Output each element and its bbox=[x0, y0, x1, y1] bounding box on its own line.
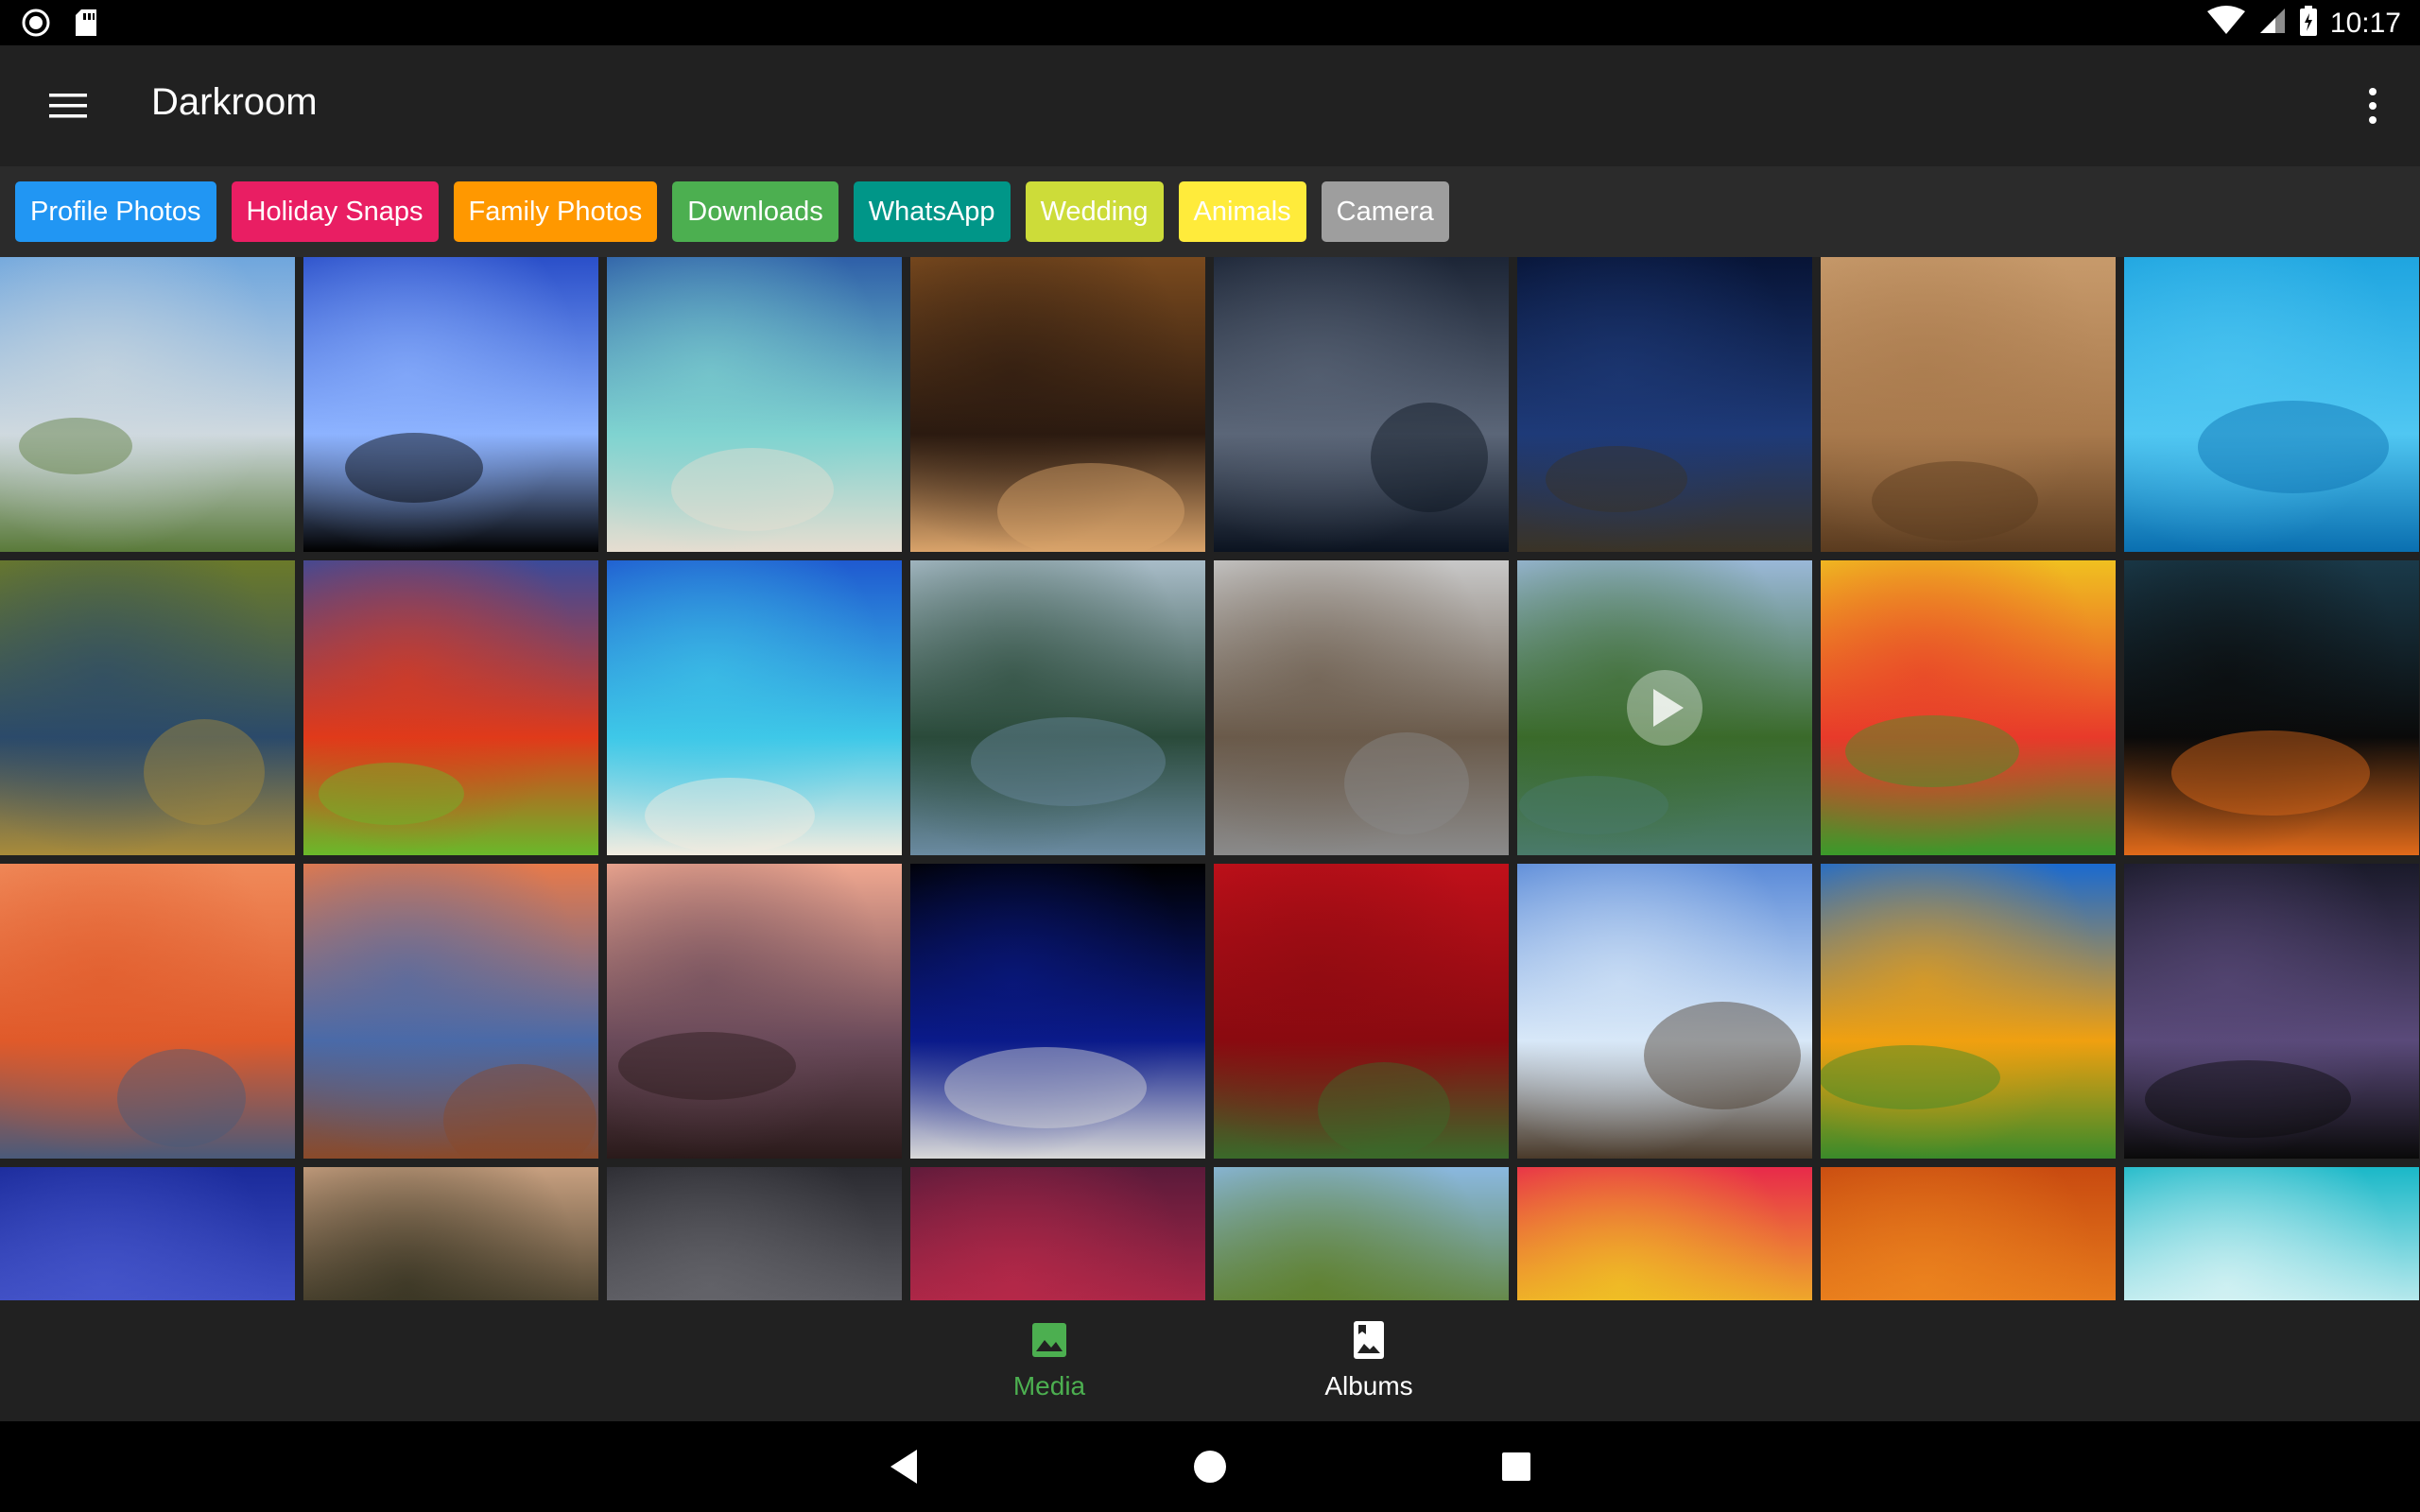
recents-icon[interactable] bbox=[1494, 1444, 1539, 1489]
autumn-tree-photo[interactable] bbox=[1821, 1167, 2116, 1300]
ocean-wave-photo[interactable] bbox=[2124, 1167, 2419, 1300]
back-icon[interactable] bbox=[881, 1444, 926, 1489]
milky-way-photo[interactable] bbox=[2124, 864, 2419, 1159]
couple-silhouette-photo[interactable] bbox=[2124, 560, 2419, 855]
hiker-cliff-photo[interactable] bbox=[1517, 864, 1812, 1159]
nav-item-media[interactable]: Media bbox=[955, 1321, 1144, 1408]
river-hills-video[interactable] bbox=[1517, 560, 1812, 855]
butterfly-flowers-photo[interactable] bbox=[1821, 560, 2116, 855]
rainbow-lorikeet-photo[interactable] bbox=[1821, 864, 2116, 1159]
silhouette-sky-photo[interactable] bbox=[303, 257, 598, 552]
leopard-photo[interactable] bbox=[1821, 257, 2116, 552]
album-chip-wedding[interactable]: Wedding bbox=[1025, 181, 1164, 242]
app-title: Darkroom bbox=[151, 81, 318, 123]
starry-night-photo[interactable] bbox=[1517, 257, 1812, 552]
bottom-navigation: Media Albums bbox=[0, 1300, 2420, 1421]
lorikeet-photo[interactable] bbox=[303, 560, 598, 855]
fire-sky-photo[interactable] bbox=[0, 1167, 295, 1300]
more-vert-icon[interactable] bbox=[2354, 79, 2392, 132]
nav-item-media-label: Media bbox=[1012, 1371, 1086, 1400]
hallstatt-village-photo[interactable] bbox=[1214, 560, 1509, 855]
play-icon bbox=[1627, 670, 1703, 746]
photo-album-icon bbox=[1352, 1321, 1386, 1364]
album-chip-profile-photos[interactable]: Profile Photos bbox=[15, 181, 216, 242]
album-chip-family-photos[interactable]: Family Photos bbox=[453, 181, 658, 242]
sd-card-icon bbox=[74, 8, 98, 43]
image-icon bbox=[1030, 1321, 1068, 1364]
album-chip-downloads[interactable]: Downloads bbox=[672, 181, 838, 242]
mountain-lake-photo[interactable] bbox=[910, 560, 1205, 855]
album-chip-row: Profile Photos Holiday Snaps Family Photos… bbox=[15, 181, 1449, 242]
battery-icon bbox=[2299, 6, 2317, 41]
hamburger-menu-icon[interactable] bbox=[42, 83, 95, 129]
home-icon[interactable] bbox=[1187, 1444, 1233, 1489]
moon-photo[interactable] bbox=[910, 864, 1205, 1159]
media-grid bbox=[0, 257, 2420, 1300]
album-chip-camera[interactable]: Camera bbox=[1321, 181, 1449, 242]
tropical-beach-photo[interactable] bbox=[607, 257, 902, 552]
red-clouds-photo[interactable] bbox=[910, 1167, 1205, 1300]
palm-tree-photo[interactable] bbox=[1214, 1167, 1509, 1300]
album-chip-holiday-snaps[interactable]: Holiday Snaps bbox=[231, 181, 439, 242]
tiger-photo[interactable] bbox=[303, 1167, 598, 1300]
chocolate-cake-photo[interactable] bbox=[910, 257, 1205, 552]
pier-sunset-photo[interactable] bbox=[607, 864, 902, 1159]
hot-air-balloon-photo[interactable] bbox=[1214, 257, 1509, 552]
wifi-icon bbox=[2206, 6, 2245, 41]
system-navigation-bar bbox=[0, 1421, 2420, 1512]
app-bar: Darkroom bbox=[0, 45, 2420, 166]
red-roses-photo[interactable] bbox=[1214, 864, 1509, 1159]
album-chip-bar: Profile Photos Holiday Snaps Family Photos… bbox=[0, 166, 2420, 257]
status-bar: 10:17 bbox=[0, 0, 2420, 45]
eiffel-tower-photo[interactable] bbox=[0, 257, 295, 552]
sunset-kayak-photo[interactable] bbox=[0, 864, 295, 1159]
peacock-photo[interactable] bbox=[0, 560, 295, 855]
nav-item-albums[interactable]: Albums bbox=[1274, 1321, 1463, 1408]
wooden-pier-photo[interactable] bbox=[303, 864, 598, 1159]
night-person-photo[interactable] bbox=[607, 1167, 902, 1300]
status-icons-right: 10:17 bbox=[2206, 6, 2401, 41]
turquoise-beach-photo[interactable] bbox=[607, 560, 902, 855]
status-time: 10:17 bbox=[2329, 7, 2401, 39]
album-chip-whatsapp[interactable]: WhatsApp bbox=[853, 181, 1011, 242]
album-chip-animals[interactable]: Animals bbox=[1178, 181, 1306, 242]
tulips-photo[interactable] bbox=[1517, 1167, 1812, 1300]
dolphin-photo[interactable] bbox=[2124, 257, 2419, 552]
signal-icon bbox=[2258, 7, 2287, 40]
status-icons-left bbox=[21, 8, 98, 43]
record-icon bbox=[21, 8, 51, 43]
nav-item-albums-label: Albums bbox=[1324, 1371, 1413, 1400]
